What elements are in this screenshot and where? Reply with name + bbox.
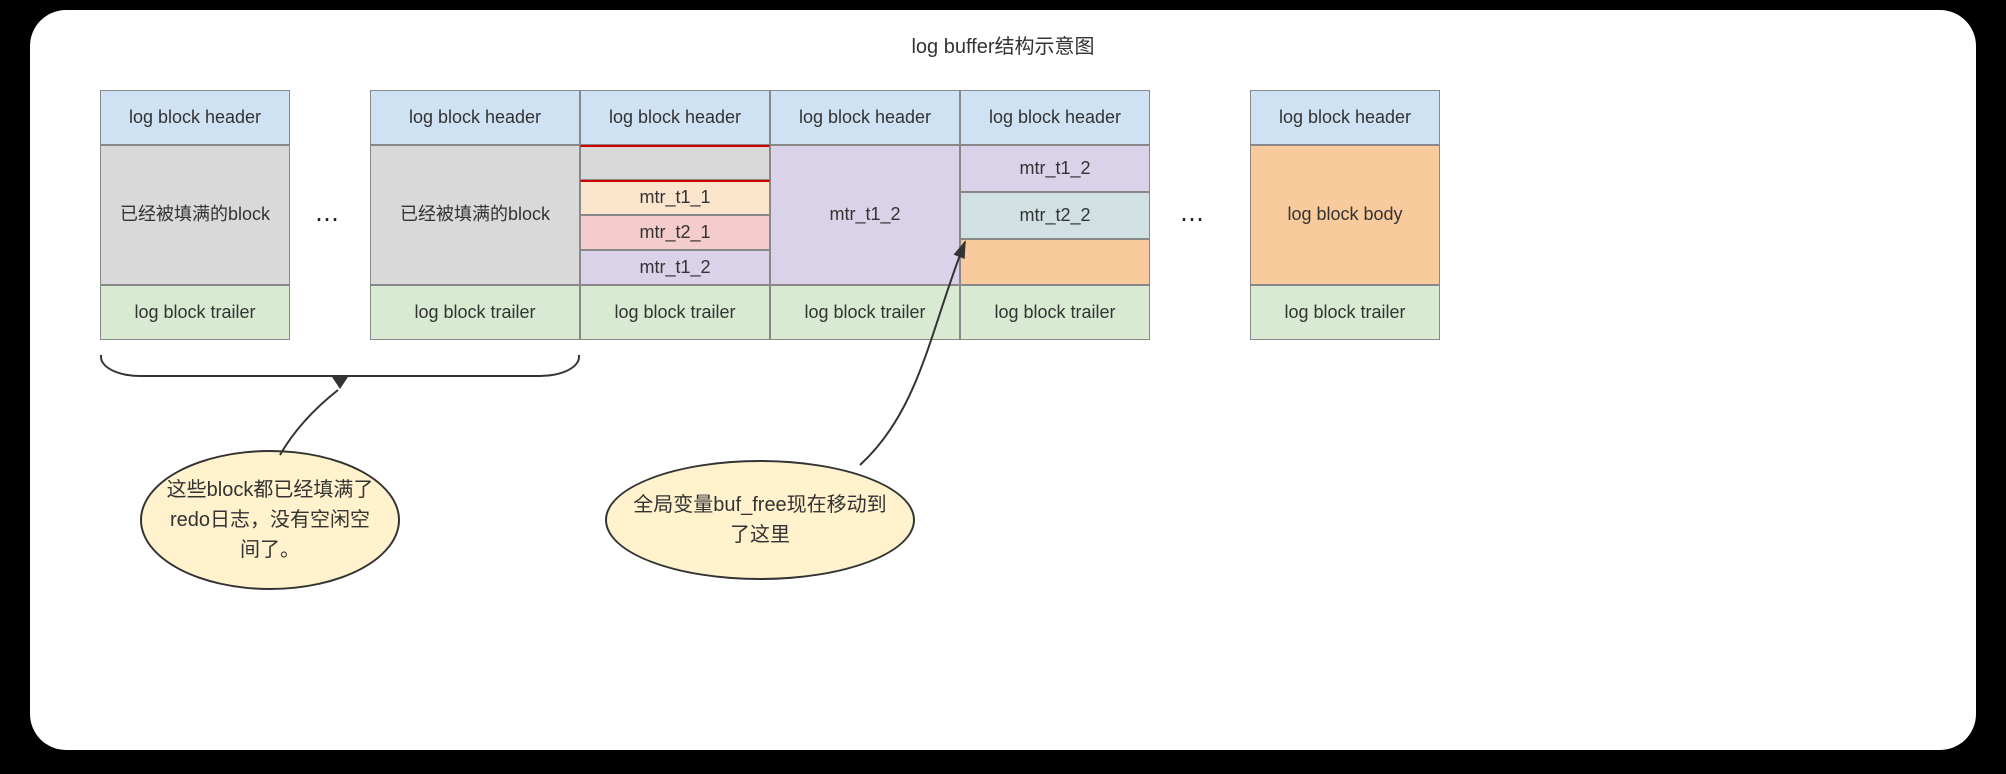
diagram-panel: log buffer结构示意图 log block header 已经被填满的b… (30, 10, 1976, 750)
arrow-buf-free (30, 10, 1530, 710)
canvas: log buffer结构示意图 log block header 已经被填满的b… (0, 0, 2006, 774)
